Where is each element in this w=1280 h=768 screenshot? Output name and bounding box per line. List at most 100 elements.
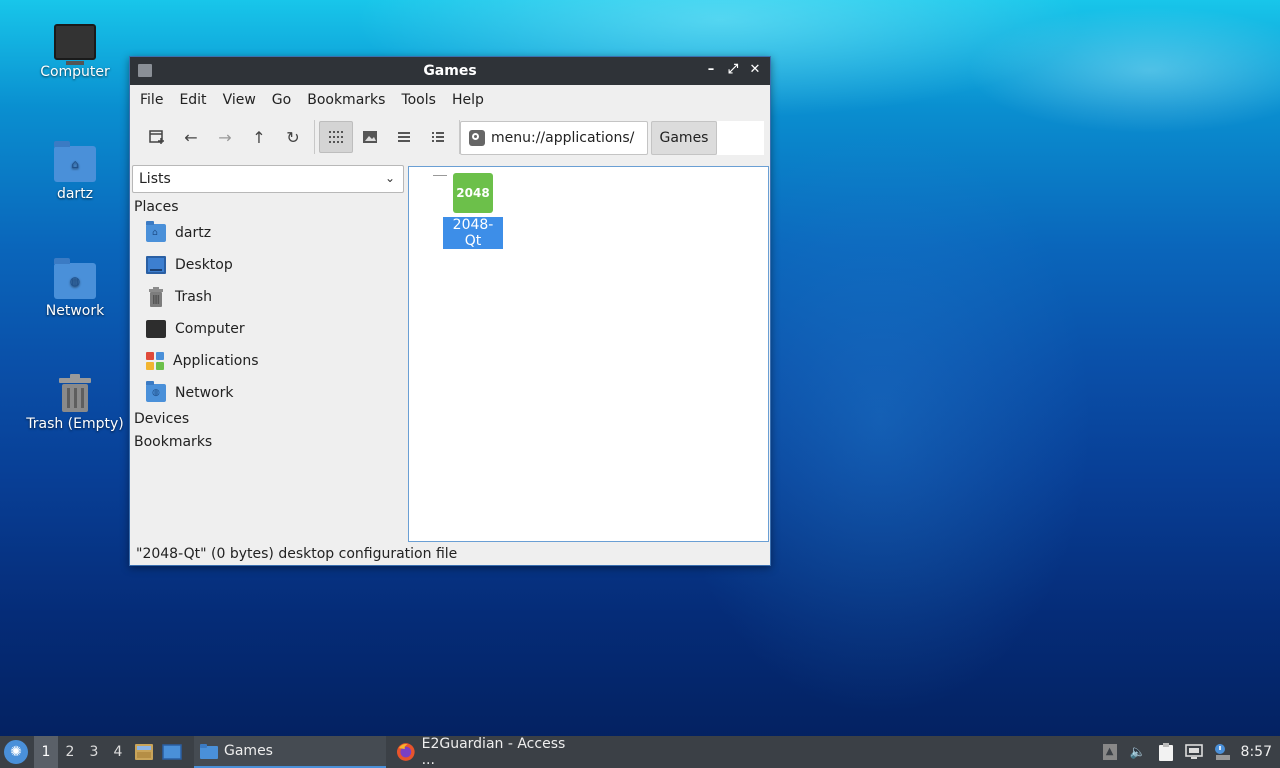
new-tab-icon (149, 130, 164, 144)
menu-help[interactable]: Help (452, 92, 494, 108)
menu-file[interactable]: File (140, 92, 173, 108)
game-2048-icon: 2048 (453, 173, 493, 213)
menu-view[interactable]: View (223, 92, 266, 108)
compact-view-button[interactable] (387, 121, 421, 153)
folder-icon (138, 64, 152, 77)
trash-icon (59, 374, 91, 412)
home-folder-icon: ⌂ (54, 141, 96, 182)
address-text: menu://applications/ (491, 130, 635, 146)
desktop-icon-trash[interactable]: Trash (Empty) (20, 374, 130, 432)
taskbar: ✺ 1 2 3 4 Games E2Guardian - Access ... … (0, 736, 1280, 768)
minimize-button[interactable]: – (702, 61, 720, 79)
notification-button[interactable] (1213, 743, 1231, 761)
menu-edit[interactable]: Edit (179, 92, 216, 108)
clipboard-button[interactable] (1157, 743, 1175, 761)
place-item-network[interactable]: ◍ Network (132, 377, 404, 409)
network-folder-icon: ◍ (146, 381, 166, 402)
arrow-right-icon: → (218, 127, 232, 147)
back-button[interactable]: ← (174, 121, 208, 153)
side-pane: Lists ⌄ Places ⌂ dartz Desktop Trash Com… (132, 165, 404, 545)
workspace-3[interactable]: 3 (82, 736, 106, 768)
place-item-applications[interactable]: Applications (132, 345, 404, 377)
place-label: Applications (173, 353, 259, 369)
maximize-button[interactable]: ⤢ (724, 61, 742, 79)
place-label: dartz (175, 225, 212, 241)
up-button[interactable]: ↑ (242, 121, 276, 153)
reload-icon: ↻ (286, 127, 300, 147)
network-folder-icon: ◍ (54, 258, 96, 299)
show-desktop-button[interactable] (160, 740, 184, 764)
grid-view-icon (329, 131, 343, 143)
network-wired-icon (1184, 744, 1203, 759)
quicklaunch-file-manager[interactable] (132, 740, 156, 764)
file-label: 2048-Qt (443, 217, 503, 249)
reload-button[interactable]: ↻ (276, 121, 310, 153)
place-item-trash[interactable]: Trash (132, 281, 404, 313)
desktop-icon-label: Network (45, 303, 105, 319)
desktop-icon-label: Trash (Empty) (26, 416, 124, 432)
breadcrumb-games[interactable]: Games (651, 121, 717, 155)
status-bar: "2048-Qt" (0 bytes) desktop configuratio… (136, 546, 458, 562)
tray-expand-button[interactable]: ▲ (1101, 743, 1119, 761)
places-header[interactable]: Places (132, 199, 404, 217)
lxqt-logo-icon: ✺ (10, 744, 22, 760)
side-pane-mode-value: Lists (139, 171, 171, 187)
task-games[interactable]: Games (194, 736, 386, 768)
desktop-icon-label: Computer (40, 64, 110, 80)
task-firefox[interactable]: E2Guardian - Access ... (390, 736, 580, 768)
close-button[interactable]: ✕ (746, 61, 764, 79)
desktop-icon (146, 256, 166, 274)
desktop-icon-label: dartz (56, 186, 94, 202)
workspace-2[interactable]: 2 (58, 736, 82, 768)
computer-icon (146, 320, 166, 338)
desktop-icon-computer[interactable]: Computer (20, 24, 130, 80)
thumbnail-view-button[interactable] (353, 121, 387, 153)
system-tray: ▲ 🔈 8:57 (1101, 736, 1280, 768)
network-status-button[interactable] (1184, 743, 1203, 761)
place-item-computer[interactable]: Computer (132, 313, 404, 345)
compact-list-icon (398, 132, 410, 142)
place-label: Computer (175, 321, 245, 337)
clipboard-icon (1158, 743, 1173, 761)
folder-icon (200, 744, 218, 759)
desktop-icon-home[interactable]: ⌂ dartz (20, 141, 130, 202)
menu-go[interactable]: Go (272, 92, 301, 108)
arrow-up-icon: ↑ (252, 127, 266, 147)
chevron-down-icon: ⌄ (384, 171, 395, 185)
menu-tools[interactable]: Tools (401, 92, 446, 108)
detail-list-icon (432, 132, 444, 142)
trash-icon (149, 287, 163, 307)
menu-bookmarks[interactable]: Bookmarks (307, 92, 395, 108)
desktop-icon-network[interactable]: ◍ Network (20, 258, 130, 319)
forward-button[interactable]: → (208, 121, 242, 153)
notification-icon (1214, 744, 1230, 760)
window-title: Games (423, 63, 477, 79)
place-item-desktop[interactable]: Desktop (132, 249, 404, 281)
file-manager-window: Games – ⤢ ✕ File Edit View Go Bookmarks … (129, 56, 771, 566)
place-label: Trash (175, 289, 212, 305)
breadcrumb-bar (717, 121, 764, 155)
new-tab-button[interactable] (140, 121, 174, 153)
firefox-icon (396, 743, 415, 761)
workspace-1[interactable]: 1 (34, 736, 58, 768)
devices-header[interactable]: Devices (132, 411, 404, 429)
place-label: Network (175, 385, 234, 401)
volume-button[interactable]: 🔈 (1129, 743, 1147, 761)
workspace-4[interactable]: 4 (106, 736, 130, 768)
window-titlebar[interactable]: Games – ⤢ ✕ (130, 57, 770, 85)
start-menu-button[interactable]: ✺ (4, 740, 28, 764)
computer-icon (54, 24, 96, 65)
chevron-up-icon: ▲ (1102, 744, 1117, 760)
file-item-2048-qt[interactable]: 2048 2048-Qt (443, 173, 503, 249)
clock[interactable]: 8:57 (1241, 744, 1272, 760)
bookmarks-header[interactable]: Bookmarks (132, 434, 404, 452)
file-view[interactable]: 2048 2048-Qt (408, 166, 769, 542)
place-item-dartz[interactable]: ⌂ dartz (132, 217, 404, 249)
toolbar-separator (314, 120, 315, 154)
task-label: Games (224, 743, 273, 759)
side-pane-mode-select[interactable]: Lists ⌄ (132, 165, 404, 193)
address-bar[interactable]: menu://applications/ (460, 121, 648, 155)
search-icon (469, 130, 485, 146)
detailed-list-button[interactable] (421, 121, 455, 153)
icon-view-button[interactable] (319, 121, 353, 153)
